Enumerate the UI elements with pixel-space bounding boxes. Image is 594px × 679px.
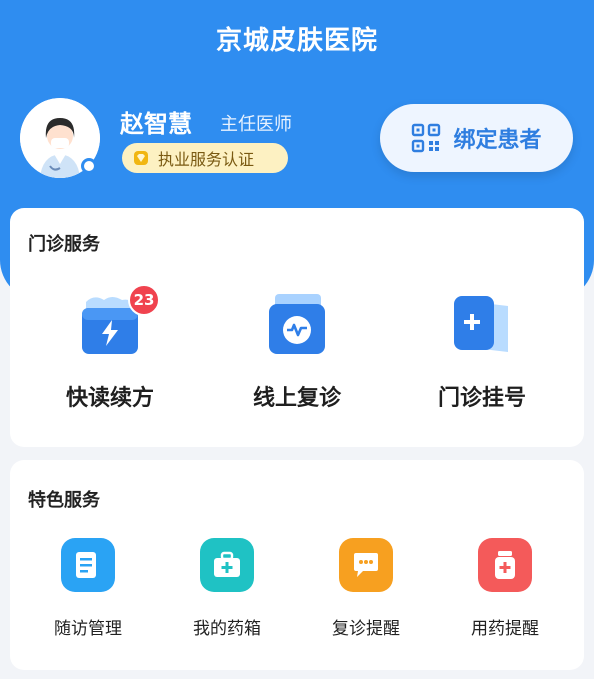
followup-label: 随访管理 <box>54 619 122 639</box>
bind-patient-button[interactable]: 绑定患者 <box>380 104 573 172</box>
unread-count-badge: 23 <box>128 284 160 316</box>
online-revisit-icon <box>269 294 325 354</box>
doctor-name: 赵智慧 <box>120 110 192 138</box>
online-revisit-item[interactable]: 线上复诊 <box>202 292 392 422</box>
registration-item[interactable]: 门诊挂号 <box>387 292 577 422</box>
bind-patient-label: 绑定患者 <box>453 128 542 153</box>
qr-code-icon <box>412 123 441 153</box>
medication-reminder-label: 用药提醒 <box>471 619 539 639</box>
doctor-title: 主任医师 <box>220 114 292 135</box>
featured-section-title: 特色服务 <box>28 490 100 511</box>
revisit-reminder-label: 复诊提醒 <box>332 619 400 639</box>
registration-label: 门诊挂号 <box>437 386 526 411</box>
followup-management-item[interactable]: 随访管理 <box>28 538 148 639</box>
outpatient-service-card: 门诊服务 23 快读续方 线上复诊 门诊挂号 <box>10 208 584 447</box>
medicine-box-item[interactable]: 我的药箱 <box>167 538 287 639</box>
medicine-box-label: 我的药箱 <box>193 619 261 639</box>
doctor-avatar[interactable] <box>20 98 100 178</box>
certification-badge[interactable]: 执业服务认证 <box>122 143 288 173</box>
page-title: 京城皮肤医院 <box>215 26 378 56</box>
revisit-reminder-item[interactable]: 复诊提醒 <box>306 538 426 639</box>
medicine-box-icon <box>200 538 254 592</box>
online-status-dot <box>81 158 97 174</box>
quick-renewal-item[interactable]: 23 快读续方 <box>15 284 205 422</box>
diamond-icon <box>134 151 148 165</box>
chat-reminder-icon <box>339 538 393 592</box>
quick-renewal-label: 快读续方 <box>65 386 154 411</box>
medicine-bottle-icon <box>478 538 532 592</box>
followup-icon <box>61 538 115 592</box>
registration-icon <box>454 296 508 352</box>
certification-label: 执业服务认证 <box>158 150 255 169</box>
outpatient-section-title: 门诊服务 <box>28 234 100 255</box>
featured-service-card: 特色服务 随访管理 我的药箱 复诊提醒 用药提醒 <box>10 460 584 670</box>
medication-reminder-item[interactable]: 用药提醒 <box>445 538 565 639</box>
online-revisit-label: 线上复诊 <box>252 386 341 411</box>
